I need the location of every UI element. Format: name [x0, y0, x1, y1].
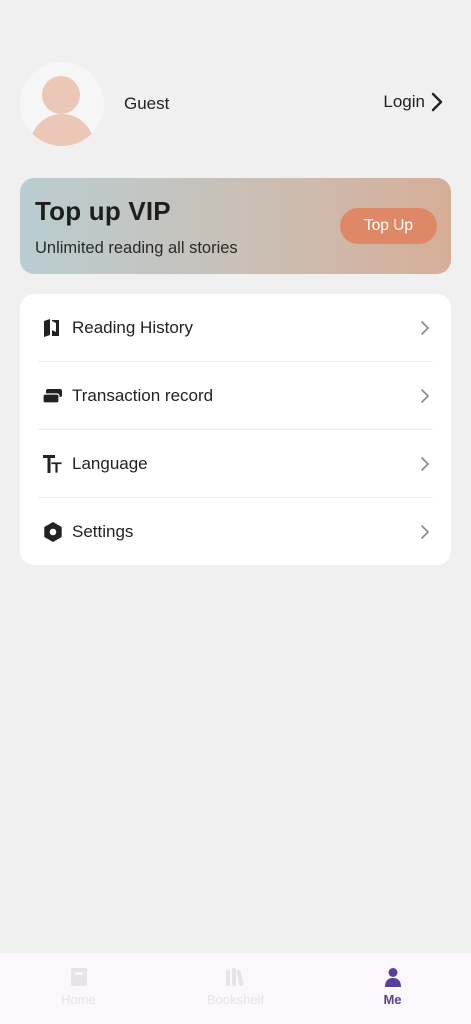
- settings-menu: Reading History Transaction record Langu…: [20, 294, 451, 565]
- vip-banner[interactable]: Top up VIP Unlimited reading all stories…: [20, 178, 451, 274]
- menu-item-label: Settings: [72, 521, 134, 541]
- person-icon: [383, 965, 403, 989]
- tab-me[interactable]: Me: [314, 965, 471, 1013]
- tab-label: Me: [383, 992, 402, 1007]
- login-label: Login: [383, 92, 425, 111]
- bookshelf-icon: [225, 965, 247, 989]
- tab-label: Home: [61, 992, 96, 1007]
- book-icon: [38, 317, 68, 339]
- chevron-right-icon: [415, 456, 429, 471]
- chevron-right-icon: [415, 388, 429, 403]
- avatar-body-shape: [30, 114, 94, 146]
- menu-item-reading-history[interactable]: Reading History: [38, 294, 433, 361]
- login-button[interactable]: Login: [383, 92, 443, 112]
- tickets-icon: [38, 385, 68, 407]
- home-book-icon: [70, 965, 88, 989]
- bottom-tab-bar: Home Bookshelf Me: [0, 953, 471, 1024]
- hexagon-settings-icon: [38, 521, 68, 543]
- tab-home[interactable]: Home: [0, 965, 157, 1013]
- avatar-head-shape: [42, 76, 80, 114]
- tab-bookshelf[interactable]: Bookshelf: [157, 965, 314, 1013]
- profile-header: Guest Login: [20, 62, 451, 146]
- chevron-right-icon: [431, 92, 443, 112]
- chevron-right-icon: [415, 524, 429, 539]
- menu-item-label: Language: [72, 453, 148, 473]
- text-size-icon: [38, 453, 68, 475]
- menu-item-label: Transaction record: [72, 385, 214, 405]
- top-up-button[interactable]: Top Up: [340, 208, 437, 244]
- menu-item-label: Reading History: [72, 317, 193, 337]
- chevron-right-icon: [415, 320, 429, 335]
- vip-title: Top up VIP: [35, 196, 171, 226]
- vip-subtitle: Unlimited reading all stories: [35, 239, 238, 257]
- menu-item-language[interactable]: Language: [38, 430, 433, 497]
- tab-label: Bookshelf: [206, 992, 265, 1007]
- menu-item-transaction-record[interactable]: Transaction record: [38, 362, 433, 429]
- menu-item-settings[interactable]: Settings: [38, 498, 433, 565]
- avatar[interactable]: [20, 62, 104, 146]
- username: Guest: [124, 94, 170, 113]
